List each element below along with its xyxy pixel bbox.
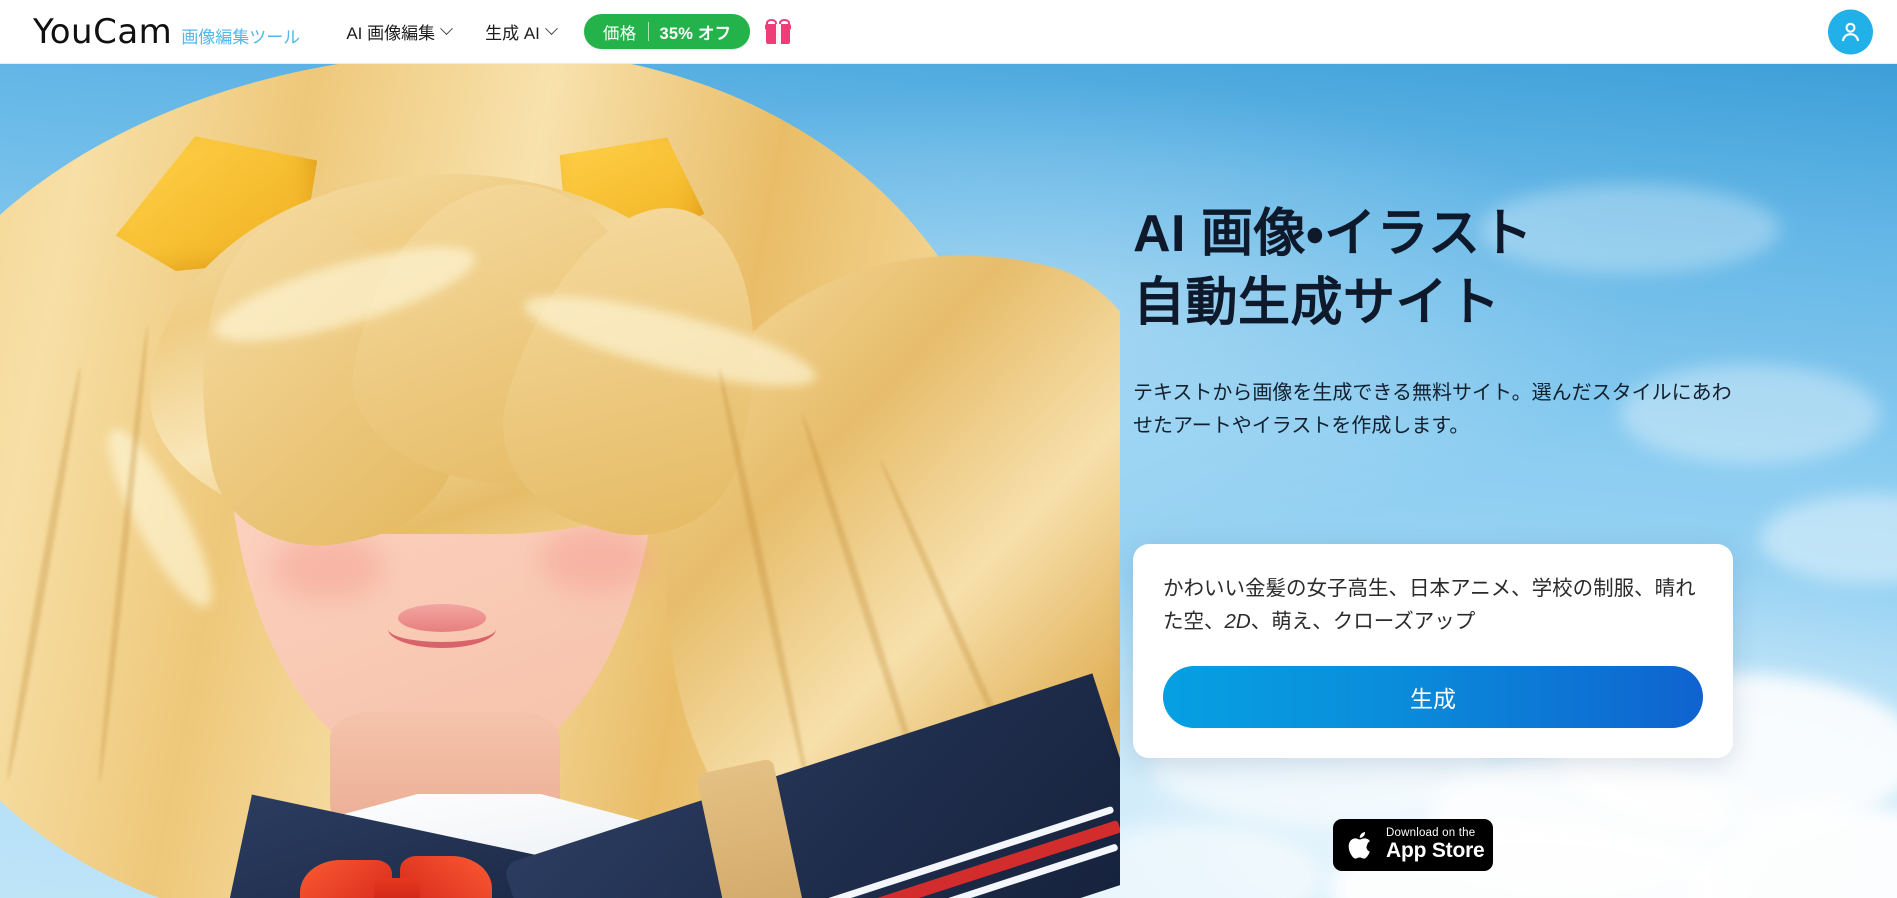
gift-icon[interactable] (765, 18, 792, 45)
logo-subtitle: 画像編集ツール (181, 27, 301, 47)
cheek-blush-right (540, 526, 652, 592)
page-title: AI 画像・イラスト 自動生成サイト (1133, 200, 1833, 337)
site-header: YouCam 画像編集ツール AI 画像編集 生成 AI 価格 35% オフ (0, 0, 1897, 64)
app-store-text: Download on the App Store (1386, 827, 1485, 863)
generated-character-image (0, 64, 1120, 898)
price-badge-discount: 35% オフ (659, 24, 732, 43)
generate-button[interactable]: 生成 (1163, 666, 1703, 729)
logo-text: YouCam (33, 11, 173, 52)
prompt-card: かわいい金髪の女子高生、日本アニメ、学校の制服、晴れた空、2D、萌え、クローズア… (1133, 544, 1733, 759)
nav-item-label: AI 画像編集 (346, 24, 436, 43)
avatar[interactable] (1828, 9, 1873, 54)
nav-item-label: 生成 AI (485, 24, 540, 43)
apple-logo-icon (1348, 831, 1370, 859)
nav-item-generative-ai[interactable]: 生成 AI (485, 19, 558, 44)
main-navigation: AI 画像編集 生成 AI (346, 19, 558, 44)
site-logo[interactable]: YouCam 画像編集ツール (33, 12, 300, 52)
price-discount-badge[interactable]: 価格 35% オフ (583, 14, 751, 49)
uniform-ribbon-bow (300, 854, 500, 898)
user-avatar-icon (1842, 22, 1859, 41)
prompt-text-emphasis: 2D (1224, 610, 1251, 634)
ribbon-knot (374, 878, 420, 898)
headline-line-1: AI 画像・イラスト (1133, 205, 1534, 263)
hero-copy: AI 画像・イラスト 自動生成サイト テキストから画像を生成できる無料サイト。選… (1133, 200, 1833, 444)
chevron-down-icon (440, 22, 453, 36)
gift-ribbon (775, 24, 781, 44)
headline-line-2: 自動生成サイト (1133, 273, 1501, 332)
app-store-download-badge[interactable]: Download on the App Store (1333, 819, 1493, 871)
chevron-down-icon (545, 22, 558, 36)
character-mouth (388, 610, 496, 648)
badge-divider (647, 22, 649, 41)
app-store-big-text: App Store (1386, 839, 1485, 863)
hero-subtitle: テキストから画像を生成できる無料サイト。選んだスタイルにあわせたアートやイラスト… (1133, 382, 1732, 438)
hero-section: AI 画像・イラスト 自動生成サイト テキストから画像を生成できる無料サイト。選… (0, 64, 1897, 898)
nav-item-ai-image-edit[interactable]: AI 画像編集 (346, 19, 453, 44)
price-badge-label: 価格 (602, 24, 637, 43)
prompt-input[interactable]: かわいい金髪の女子高生、日本アニメ、学校の制服、晴れた空、2D、萌え、クローズア… (1163, 572, 1703, 638)
prompt-text-after: 、萌え、クローズアップ (1250, 610, 1476, 634)
